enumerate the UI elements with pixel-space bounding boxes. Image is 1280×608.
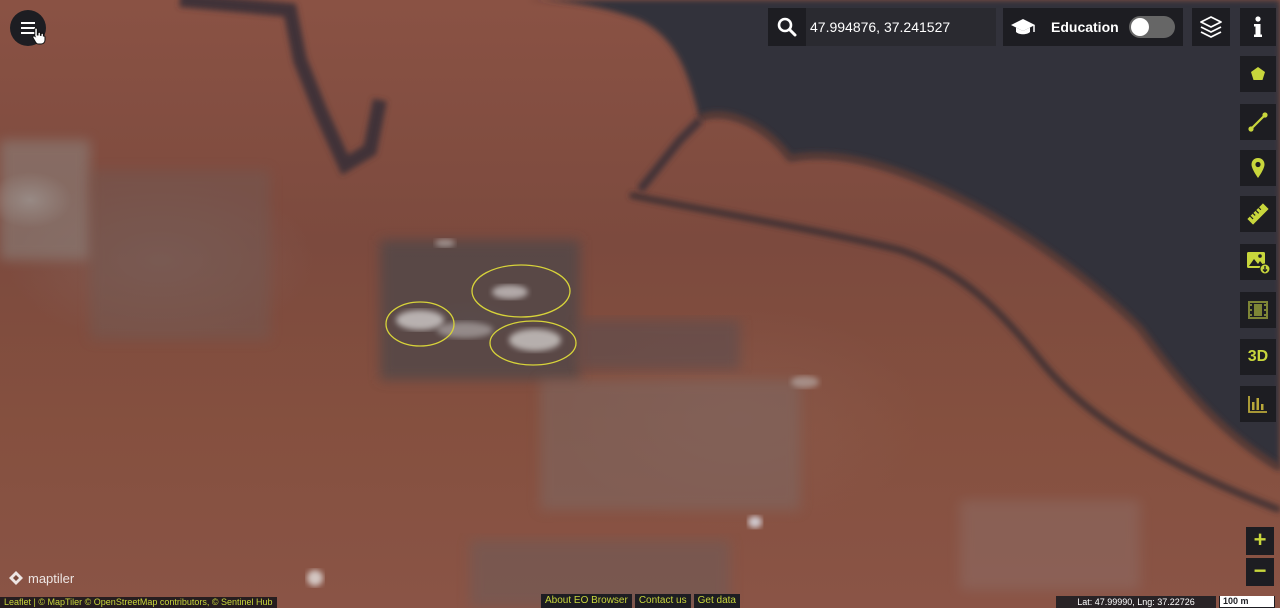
line-icon	[1248, 112, 1268, 132]
scale-bar: 100 m	[1219, 596, 1275, 608]
graduation-cap-icon	[1003, 8, 1043, 46]
about-link[interactable]: About EO Browser	[541, 594, 632, 608]
draw-line-button[interactable]	[1240, 104, 1276, 140]
map-imagery	[0, 0, 1280, 608]
search-icon[interactable]	[768, 8, 806, 46]
info-button[interactable]	[1240, 8, 1276, 46]
contact-link[interactable]: Contact us	[634, 594, 691, 608]
maptiler-icon	[9, 571, 23, 585]
polygon-icon	[1251, 67, 1265, 80]
education-label: Education	[1051, 19, 1119, 35]
download-image-button[interactable]	[1240, 244, 1276, 280]
layers-button[interactable]	[1192, 8, 1230, 46]
menu-button[interactable]	[10, 10, 46, 46]
get-data-link[interactable]: Get data	[693, 594, 740, 608]
cursor-coordinates: Lat: 47.99990, Lng: 37.22726	[1056, 596, 1216, 608]
coordinates-input[interactable]: 47.994876, 37.241527	[806, 8, 996, 46]
coordinate-search[interactable]: 47.994876, 37.241527	[768, 8, 996, 46]
pointer-hand-icon	[32, 27, 46, 45]
draw-polygon-button[interactable]	[1240, 56, 1276, 92]
pin-icon	[1251, 158, 1265, 178]
zoom-in-button[interactable]: +	[1246, 527, 1274, 555]
zoom-out-button[interactable]: −	[1246, 558, 1274, 586]
attribution-text[interactable]: Leaflet | © MapTiler © OpenStreetMap con…	[4, 597, 273, 607]
toggle-knob	[1131, 18, 1149, 36]
education-toggle[interactable]	[1129, 16, 1175, 38]
3d-button[interactable]: 3D	[1240, 339, 1276, 375]
ruler-icon	[1247, 203, 1269, 225]
attribution[interactable]: Leaflet | © MapTiler © OpenStreetMap con…	[0, 597, 277, 608]
statistics-button[interactable]	[1240, 386, 1276, 422]
footer-links: About EO Browser Contact us Get data	[541, 594, 740, 608]
maptiler-logo[interactable]: maptiler	[8, 570, 74, 586]
marker-button[interactable]	[1240, 150, 1276, 186]
film-icon	[1248, 301, 1268, 319]
timelapse-button[interactable]	[1240, 292, 1276, 328]
image-download-icon	[1247, 252, 1271, 275]
measure-button[interactable]	[1240, 196, 1276, 232]
education-panel[interactable]: Education	[1003, 8, 1183, 46]
info-icon	[1254, 16, 1262, 37]
chart-icon	[1248, 396, 1267, 413]
3d-label: 3D	[1247, 348, 1269, 365]
layers-icon	[1200, 16, 1222, 38]
maptiler-wordmark: maptiler	[28, 570, 75, 586]
satellite-map[interactable]	[0, 0, 1280, 608]
